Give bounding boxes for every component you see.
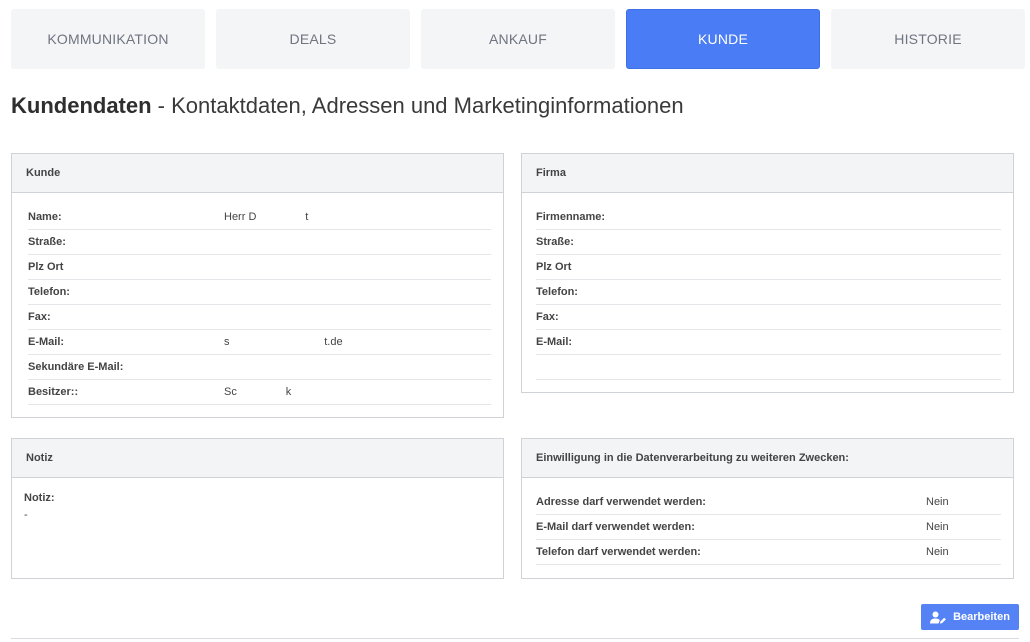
consent-row-label: Adresse darf verwendet werden: — [536, 496, 706, 508]
consent-panel: Einwilligung in die Datenverarbeitung zu… — [521, 438, 1014, 579]
notiz-label: Notiz: — [24, 492, 55, 504]
kunde-row-strasse: Straße: — [28, 230, 491, 255]
notiz-panel-title: Notiz — [12, 439, 503, 478]
page-title-bold: Kundendaten — [11, 93, 152, 118]
firma-panel: Firma Firmenname: Straße: Plz Ort Telefo… — [521, 153, 1014, 393]
kunde-row-besitzer: Besitzer:: Sc k — [28, 380, 491, 405]
kunde-row-value: s t.de — [224, 336, 343, 348]
kunde-panel: Kunde Name: Herr D t Straße: Plz Ort Tele… — [11, 153, 504, 418]
consent-rows: Adresse darf verwendet werden: Nein E-Mai… — [536, 490, 1001, 565]
kunde-row-label: Plz Ort — [28, 261, 64, 273]
kunde-row-plz-ort: Plz Ort — [28, 255, 491, 280]
divider — [11, 638, 1019, 639]
firma-row-firmenname: Firmenname: — [536, 205, 1001, 230]
page-title: Kundendaten - Kontaktdaten, Adressen und… — [11, 93, 684, 119]
kunde-row-label: Straße: — [28, 236, 66, 248]
kunde-row-label: Sekundäre E-Mail: — [28, 361, 124, 373]
consent-row-label: Telefon darf verwendet werden: — [536, 546, 701, 558]
consent-row-value: Nein — [926, 546, 949, 558]
edit-button-label: Bearbeiten — [953, 611, 1010, 623]
tab-deals[interactable]: DEALS — [216, 9, 410, 69]
edit-button[interactable]: Bearbeiten — [921, 604, 1019, 630]
consent-row-telefon: Telefon darf verwendet werden: Nein — [536, 540, 1001, 565]
consent-row-value: Nein — [926, 521, 949, 533]
kunde-row-value: Sc k — [224, 386, 292, 398]
consent-row-adresse: Adresse darf verwendet werden: Nein — [536, 490, 1001, 515]
kunde-rows: Name: Herr D t Straße: Plz Ort Telefon: F… — [28, 205, 491, 405]
firma-panel-title: Firma — [522, 154, 1013, 193]
firma-row-label: Fax: — [536, 311, 559, 323]
firma-row-label: Telefon: — [536, 286, 578, 298]
firma-row-email: E-Mail: — [536, 330, 1001, 355]
consent-panel-title: Einwilligung in die Datenverarbeitung zu… — [522, 439, 1013, 478]
consent-row-email: E-Mail darf verwendet werden: Nein — [536, 515, 1001, 540]
kunde-row-name: Name: Herr D t — [28, 205, 491, 230]
kunde-row-label: Fax: — [28, 311, 51, 323]
firma-row-label: Firmenname: — [536, 211, 606, 223]
notiz-panel: Notiz Notiz: - — [11, 438, 504, 579]
firma-row-strasse: Straße: — [536, 230, 1001, 255]
firma-row-telefon: Telefon: — [536, 280, 1001, 305]
kunde-row-value: Herr D t — [224, 211, 309, 223]
consent-row-value: Nein — [926, 496, 949, 508]
firma-row-fax: Fax: — [536, 305, 1001, 330]
kunde-row-fax: Fax: — [28, 305, 491, 330]
firma-row-label: E-Mail: — [536, 336, 573, 348]
kunde-row-label: Name: — [28, 211, 62, 223]
firma-row-plz-ort: Plz Ort — [536, 255, 1001, 280]
tab-kommunikation[interactable]: KOMMUNIKATION — [11, 9, 205, 69]
tab-bar: KOMMUNIKATION DEALS ANKAUF KUNDE HISTORI… — [11, 9, 1025, 69]
page-title-subtitle: - Kontaktdaten, Adressen und Marketingin… — [151, 93, 684, 118]
kunde-row-label: Besitzer:: — [28, 386, 79, 398]
consent-row-label: E-Mail darf verwendet werden: — [536, 521, 695, 533]
firma-row-label: Plz Ort — [536, 261, 572, 273]
user-edit-icon — [930, 611, 946, 624]
kunde-row-telefon: Telefon: — [28, 280, 491, 305]
tab-kunde[interactable]: KUNDE — [626, 9, 820, 69]
firma-row-empty — [536, 355, 1001, 380]
notiz-value: - — [24, 509, 28, 521]
tab-historie[interactable]: HISTORIE — [831, 9, 1025, 69]
kunde-panel-title: Kunde — [12, 154, 503, 193]
kunde-row-email: E-Mail: s t.de — [28, 330, 491, 355]
firma-row-label: Straße: — [536, 236, 574, 248]
kunde-row-label: Telefon: — [28, 286, 70, 298]
firma-rows: Firmenname: Straße: Plz Ort Telefon: Fax… — [536, 205, 1001, 380]
tab-ankauf[interactable]: ANKAUF — [421, 9, 615, 69]
kunde-row-label: E-Mail: — [28, 336, 65, 348]
kunde-row-secondary-email: Sekundäre E-Mail: — [28, 355, 491, 380]
